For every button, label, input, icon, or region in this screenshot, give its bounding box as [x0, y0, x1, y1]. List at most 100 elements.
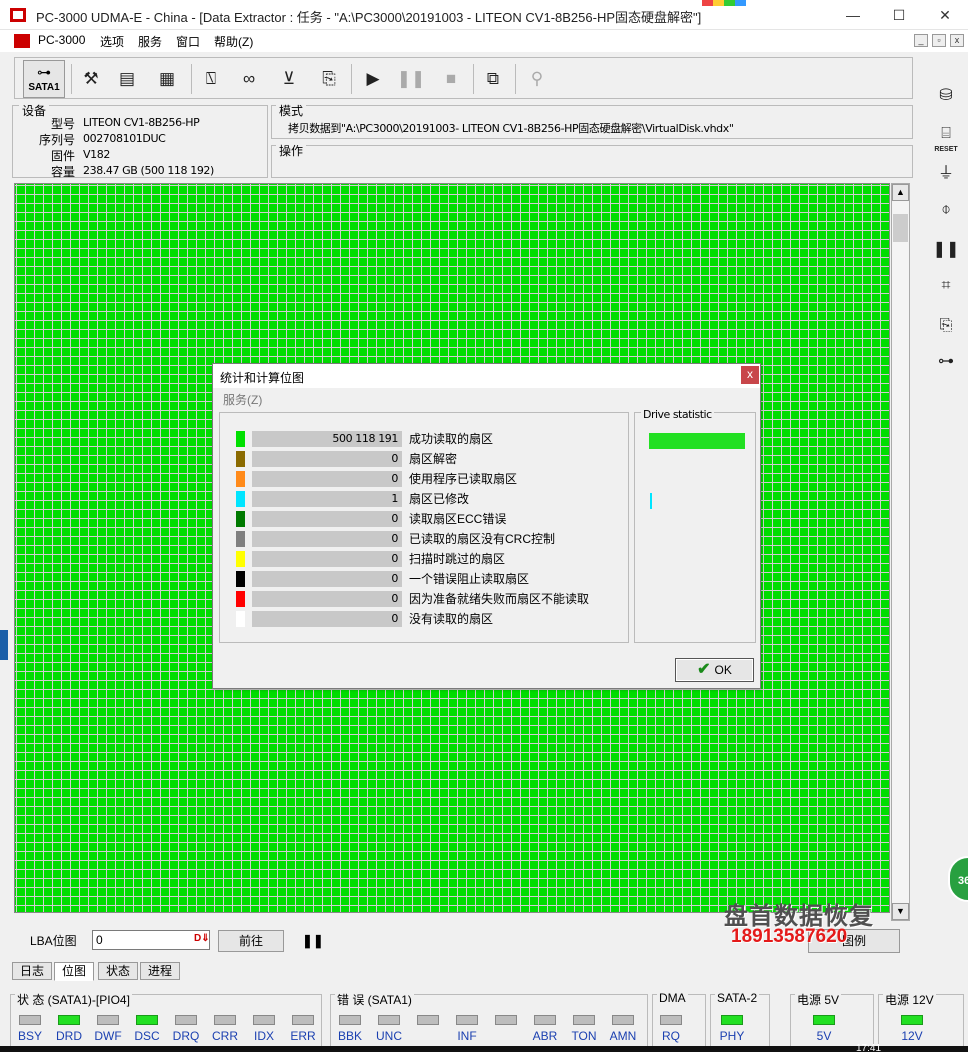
stat-color-swatch: [236, 591, 245, 607]
mode-legend: 模式: [276, 102, 307, 119]
scroll-down-arrow-icon[interactable]: ▼: [892, 903, 909, 920]
pause-icon[interactable]: ❚❚: [395, 62, 427, 96]
stat-row: 0 已读取的扇区没有CRC控制: [220, 529, 628, 549]
status-indicator-label: 5V: [816, 1029, 832, 1043]
floating-badge[interactable]: 36: [948, 856, 968, 902]
stat-color-swatch: [236, 431, 245, 447]
stat-color-swatch: [236, 551, 245, 567]
taskbar: [0, 1046, 968, 1052]
mdi-close-button[interactable]: x: [950, 34, 964, 47]
status-indicator-label: TON: [571, 1029, 597, 1043]
voltage-icon[interactable]: ⌽: [932, 196, 960, 224]
windows-icon[interactable]: ⧉: [477, 62, 509, 96]
menu-help[interactable]: 帮助(Z): [214, 33, 253, 50]
walk-icon[interactable]: ⚲: [521, 62, 553, 96]
database-icon[interactable]: ⛁: [932, 82, 960, 110]
play-icon[interactable]: ▶: [357, 62, 389, 96]
stat-color-swatch: [236, 511, 245, 527]
app-menu-icon[interactable]: [14, 34, 30, 48]
stat-color-swatch: [236, 611, 245, 627]
tools-icon[interactable]: ⚒: [75, 62, 107, 96]
scroll-up-arrow-icon[interactable]: ▲: [892, 184, 909, 201]
check-icon: ✔: [697, 661, 711, 678]
stat-label: 扫描时跳过的扇区: [409, 552, 506, 566]
pause-side-icon[interactable]: ❚❚: [932, 236, 960, 264]
status-indicator-light: [339, 1015, 361, 1025]
export-icon[interactable]: ⎘: [313, 62, 345, 96]
data-copy-icon[interactable]: ⊻: [273, 62, 305, 96]
tab-status[interactable]: 状态: [98, 962, 138, 980]
stop-icon[interactable]: ■: [435, 62, 467, 96]
drive-info-icon[interactable]: ▤: [111, 62, 143, 96]
stat-color-swatch: [236, 531, 245, 547]
status-group: SATA-2 PHY: [710, 991, 770, 1052]
percent-stats-icon[interactable]: ▦: [151, 62, 183, 96]
minimize-button[interactable]: —: [830, 0, 876, 30]
copy-x-icon[interactable]: ⎘: [932, 312, 960, 340]
stat-label: 成功读取的扇区: [409, 432, 494, 446]
reset-icon[interactable]: ⌸ RESET: [932, 120, 960, 153]
menu-options[interactable]: 选项: [100, 33, 124, 50]
mode-panel: 模式 拷贝数据到"A:\PC3000\20191003- LITEON CV1-…: [271, 102, 913, 139]
right-toolbar: ⛁ ⌸ RESET ⏚ ⌽ ❚❚ ⌗ ⎘ ⊶: [918, 76, 968, 396]
status-group: DMA RQ: [652, 991, 706, 1052]
dialog-close-button[interactable]: x: [741, 366, 759, 384]
sector-edit-icon[interactable]: ⌗: [932, 272, 960, 300]
stat-label: 已读取的扇区没有CRC控制: [409, 532, 555, 546]
stat-label: 没有读取的扇区: [409, 612, 494, 626]
title-bar: PC-3000 UDMA-E - China - [Data Extractor…: [0, 0, 968, 30]
status-indicator-label: IDX: [253, 1029, 274, 1043]
dialog-title: 统计和计算位图: [220, 371, 305, 385]
tab-bitmap[interactable]: 位图: [54, 962, 94, 981]
dialog-service-menu[interactable]: 服务(Z): [223, 391, 262, 408]
status-indicator-label: RQ: [662, 1029, 680, 1043]
model-value: LITEON CV1-8B256-HP: [83, 116, 200, 129]
status-indicator-light: [97, 1015, 119, 1025]
forward-button[interactable]: 前往: [218, 930, 284, 952]
toolbar-separator: [473, 64, 474, 94]
binoculars-icon[interactable]: ∞: [233, 62, 265, 96]
stat-row: 1 扇区已修改: [220, 489, 628, 509]
status-group-title: SATA-2: [715, 991, 760, 1005]
stat-row: 0 扇区解密: [220, 449, 628, 469]
lba-pause-icon[interactable]: ❚❚: [302, 930, 324, 952]
menu-pc3000[interactable]: PC-3000: [38, 33, 85, 47]
firmware-label: 固件: [50, 149, 75, 163]
sata-port-button[interactable]: ⊶ SATA1: [23, 60, 65, 98]
stat-row: 0 扫描时跳过的扇区: [220, 549, 628, 569]
stat-count: 1: [252, 491, 402, 507]
mode-text: 拷贝数据到"A:\PC3000\20191003- LITEON CV1-8B2…: [288, 122, 734, 135]
stat-count: 0: [252, 451, 402, 467]
lba-go-icon[interactable]: D⇓: [194, 933, 210, 944]
maximize-button[interactable]: ☐: [876, 0, 922, 30]
ok-button[interactable]: ✔ OK: [675, 658, 754, 682]
tab-process[interactable]: 进程: [140, 962, 180, 980]
tab-log[interactable]: 日志: [12, 962, 52, 980]
toolbar-separator: [351, 64, 352, 94]
app-icon: [10, 8, 26, 22]
close-button[interactable]: ✕: [922, 0, 968, 30]
menu-bar: PC-3000 选项 服务 窗口 帮助(Z) _ ▫ x: [0, 30, 968, 52]
sector-statistics-panel: 500 118 191 成功读取的扇区 0 扇区解密 0 使用程序已读取扇区 1 扇区已修改 0…: [219, 412, 629, 643]
bitmap-scrollbar[interactable]: ▲ ▼: [891, 183, 910, 921]
scroll-thumb[interactable]: [893, 214, 908, 242]
stat-count: 0: [252, 591, 402, 607]
stat-count: 0: [252, 511, 402, 527]
menu-service[interactable]: 服务: [138, 33, 162, 50]
status-indicator-label: CRR: [212, 1029, 238, 1043]
lba-input[interactable]: [92, 930, 210, 950]
status-indicator-label: DSC: [134, 1029, 160, 1043]
power-switch-icon[interactable]: ⏚: [932, 160, 960, 188]
stat-color-swatch: [236, 491, 245, 507]
lba-bitmap-label: LBA位图: [30, 934, 77, 948]
mdi-restore-button[interactable]: ▫: [932, 34, 946, 47]
menu-window[interactable]: 窗口: [176, 33, 200, 50]
chip-tree-icon[interactable]: ⍂: [195, 62, 227, 96]
connector-icon[interactable]: ⊶: [932, 348, 960, 376]
status-indicator-light: [253, 1015, 275, 1025]
mdi-minimize-button[interactable]: _: [914, 34, 928, 47]
stat-count: 0: [252, 551, 402, 567]
sata-port-label: SATA1: [28, 82, 60, 93]
drive-statistic-title: Drive statistic: [641, 408, 714, 421]
status-indicator-light: [573, 1015, 595, 1025]
